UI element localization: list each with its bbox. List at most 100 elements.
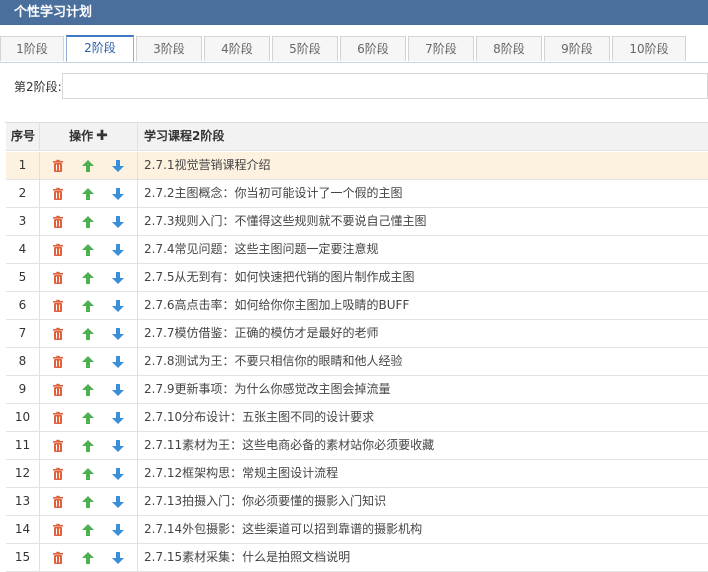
arrow-up-icon[interactable] — [81, 495, 95, 509]
row-actions — [40, 208, 138, 235]
tab-stage-6[interactable]: 6阶段 — [340, 36, 406, 61]
table-row[interactable]: 8 2.7.8测试为王：不要只相信你的眼睛和他人经验 — [6, 348, 708, 376]
plus-icon[interactable]: ✚ — [96, 128, 108, 144]
window-title: 个性学习计划 — [0, 0, 708, 25]
tab-stage-2[interactable]: 2阶段 — [66, 35, 134, 62]
arrow-up-icon[interactable] — [81, 187, 95, 201]
table-row[interactable]: 3 2.7.3规则入门：不懂得这些规则就不要说自己懂主图 — [6, 208, 708, 236]
arrow-down-icon[interactable] — [111, 215, 125, 229]
arrow-down-icon[interactable] — [111, 355, 125, 369]
course-title: 2.7.12框架构思：常规主图设计流程 — [144, 466, 339, 480]
table-row[interactable]: 12 2.7.12框架构思：常规主图设计流程 — [6, 460, 708, 488]
arrow-down-icon[interactable] — [111, 383, 125, 397]
trash-icon[interactable] — [51, 243, 65, 257]
table-row[interactable]: 15 2.7.15素材采集：什么是拍照文档说明 — [6, 544, 708, 572]
arrow-down-icon[interactable] — [111, 467, 125, 481]
trash-icon[interactable] — [51, 495, 65, 509]
tab-stage-4[interactable]: 4阶段 — [204, 36, 270, 61]
row-number: 9 — [6, 376, 40, 403]
arrow-down-icon[interactable] — [111, 495, 125, 509]
row-number: 3 — [6, 208, 40, 235]
tab-stage-3[interactable]: 3阶段 — [136, 36, 202, 61]
trash-icon[interactable] — [51, 159, 65, 173]
row-actions — [40, 488, 138, 515]
table-row[interactable]: 7 2.7.7模仿借鉴：正确的模仿才是最好的老师 — [6, 320, 708, 348]
arrow-down-icon[interactable] — [111, 299, 125, 313]
trash-icon[interactable] — [51, 523, 65, 537]
row-number: 11 — [6, 432, 40, 459]
arrow-up-icon[interactable] — [81, 411, 95, 425]
trash-icon[interactable] — [51, 215, 65, 229]
header-ops-label: 操作 — [69, 129, 94, 143]
arrow-up-icon[interactable] — [81, 439, 95, 453]
arrow-up-icon[interactable] — [81, 299, 95, 313]
table-row[interactable]: 9 2.7.9更新事项：为什么你感觉改主图会掉流量 — [6, 376, 708, 404]
table-row[interactable]: 2 2.7.2主图概念：你当初可能设计了一个假的主图 — [6, 180, 708, 208]
trash-icon[interactable] — [51, 439, 65, 453]
arrow-up-icon[interactable] — [81, 467, 95, 481]
arrow-down-icon[interactable] — [111, 159, 125, 173]
arrow-up-icon[interactable] — [81, 383, 95, 397]
arrow-down-icon[interactable] — [111, 271, 125, 285]
course-title: 2.7.10分布设计：五张主图不同的设计要求 — [144, 410, 375, 424]
trash-icon[interactable] — [51, 411, 65, 425]
course-table: 序号 操作 ✚ 学习课程2阶段 1 2.7.1视觉营销课程介绍 2 2.7.2主图概念：… — [5, 122, 708, 572]
row-actions — [40, 460, 138, 487]
row-actions — [40, 320, 138, 347]
row-actions — [40, 432, 138, 459]
tab-stage-5[interactable]: 5阶段 — [272, 36, 338, 61]
table-row[interactable]: 4 2.7.4常见问题：这些主图问题一定要注意规 — [6, 236, 708, 264]
arrow-up-icon[interactable] — [81, 523, 95, 537]
arrow-up-icon[interactable] — [81, 327, 95, 341]
row-actions — [40, 152, 138, 179]
table-row[interactable]: 13 2.7.13拍摄入门：你必须要懂的摄影入门知识 — [6, 488, 708, 516]
table-row[interactable]: 6 2.7.6高点击率：如何给你你主图加上吸睛的BUFF — [6, 292, 708, 320]
row-number: 13 — [6, 488, 40, 515]
table-row[interactable]: 5 2.7.5从无到有：如何快速把代销的图片制作成主图 — [6, 264, 708, 292]
table-row[interactable]: 14 2.7.14外包摄影：这些渠道可以招到靠谱的摄影机构 — [6, 516, 708, 544]
course-cell: 2.7.10分布设计：五张主图不同的设计要求 — [138, 404, 708, 431]
arrow-down-icon[interactable] — [111, 243, 125, 257]
course-cell: 2.7.13拍摄入门：你必须要懂的摄影入门知识 — [138, 488, 708, 515]
trash-icon[interactable] — [51, 299, 65, 313]
table-row[interactable]: 10 2.7.10分布设计：五张主图不同的设计要求 — [6, 404, 708, 432]
stage-field-label: 第2阶段: — [14, 80, 62, 94]
tab-stage-9[interactable]: 9阶段 — [544, 36, 610, 61]
row-number: 12 — [6, 460, 40, 487]
course-cell: 2.7.2主图概念：你当初可能设计了一个假的主图 — [138, 180, 708, 207]
trash-icon[interactable] — [51, 383, 65, 397]
tab-stage-10[interactable]: 10阶段 — [612, 36, 686, 61]
course-title: 2.7.6高点击率：如何给你你主图加上吸睛的BUFF — [144, 298, 410, 312]
arrow-down-icon[interactable] — [111, 411, 125, 425]
arrow-down-icon[interactable] — [111, 439, 125, 453]
arrow-up-icon[interactable] — [81, 243, 95, 257]
arrow-down-icon[interactable] — [111, 327, 125, 341]
trash-icon[interactable] — [51, 271, 65, 285]
tab-stage-8[interactable]: 8阶段 — [476, 36, 542, 61]
course-title: 2.7.15素材采集：什么是拍照文档说明 — [144, 550, 351, 564]
tab-stage-1[interactable]: 1阶段 — [0, 36, 64, 61]
stage-name-input[interactable] — [62, 73, 708, 99]
arrow-up-icon[interactable] — [81, 271, 95, 285]
course-title: 2.7.11素材为王：这些电商必备的素材站你必须要收藏 — [144, 438, 435, 452]
arrow-up-icon[interactable] — [81, 215, 95, 229]
trash-icon[interactable] — [51, 467, 65, 481]
trash-icon[interactable] — [51, 355, 65, 369]
arrow-up-icon[interactable] — [81, 355, 95, 369]
table-row[interactable]: 11 2.7.11素材为王：这些电商必备的素材站你必须要收藏 — [6, 432, 708, 460]
trash-icon[interactable] — [51, 327, 65, 341]
course-title: 2.7.3规则入门：不懂得这些规则就不要说自己懂主图 — [144, 214, 427, 228]
arrow-up-icon[interactable] — [81, 159, 95, 173]
trash-icon[interactable] — [51, 551, 65, 565]
tab-stage-7[interactable]: 7阶段 — [408, 36, 474, 61]
arrow-up-icon[interactable] — [81, 551, 95, 565]
course-title: 2.7.7模仿借鉴：正确的模仿才是最好的老师 — [144, 326, 379, 340]
row-actions — [40, 292, 138, 319]
course-cell: 2.7.9更新事项：为什么你感觉改主图会掉流量 — [138, 376, 708, 403]
arrow-down-icon[interactable] — [111, 551, 125, 565]
arrow-down-icon[interactable] — [111, 187, 125, 201]
trash-icon[interactable] — [51, 187, 65, 201]
arrow-down-icon[interactable] — [111, 523, 125, 537]
course-cell: 2.7.14外包摄影：这些渠道可以招到靠谱的摄影机构 — [138, 516, 708, 543]
table-row[interactable]: 1 2.7.1视觉营销课程介绍 — [6, 152, 708, 180]
